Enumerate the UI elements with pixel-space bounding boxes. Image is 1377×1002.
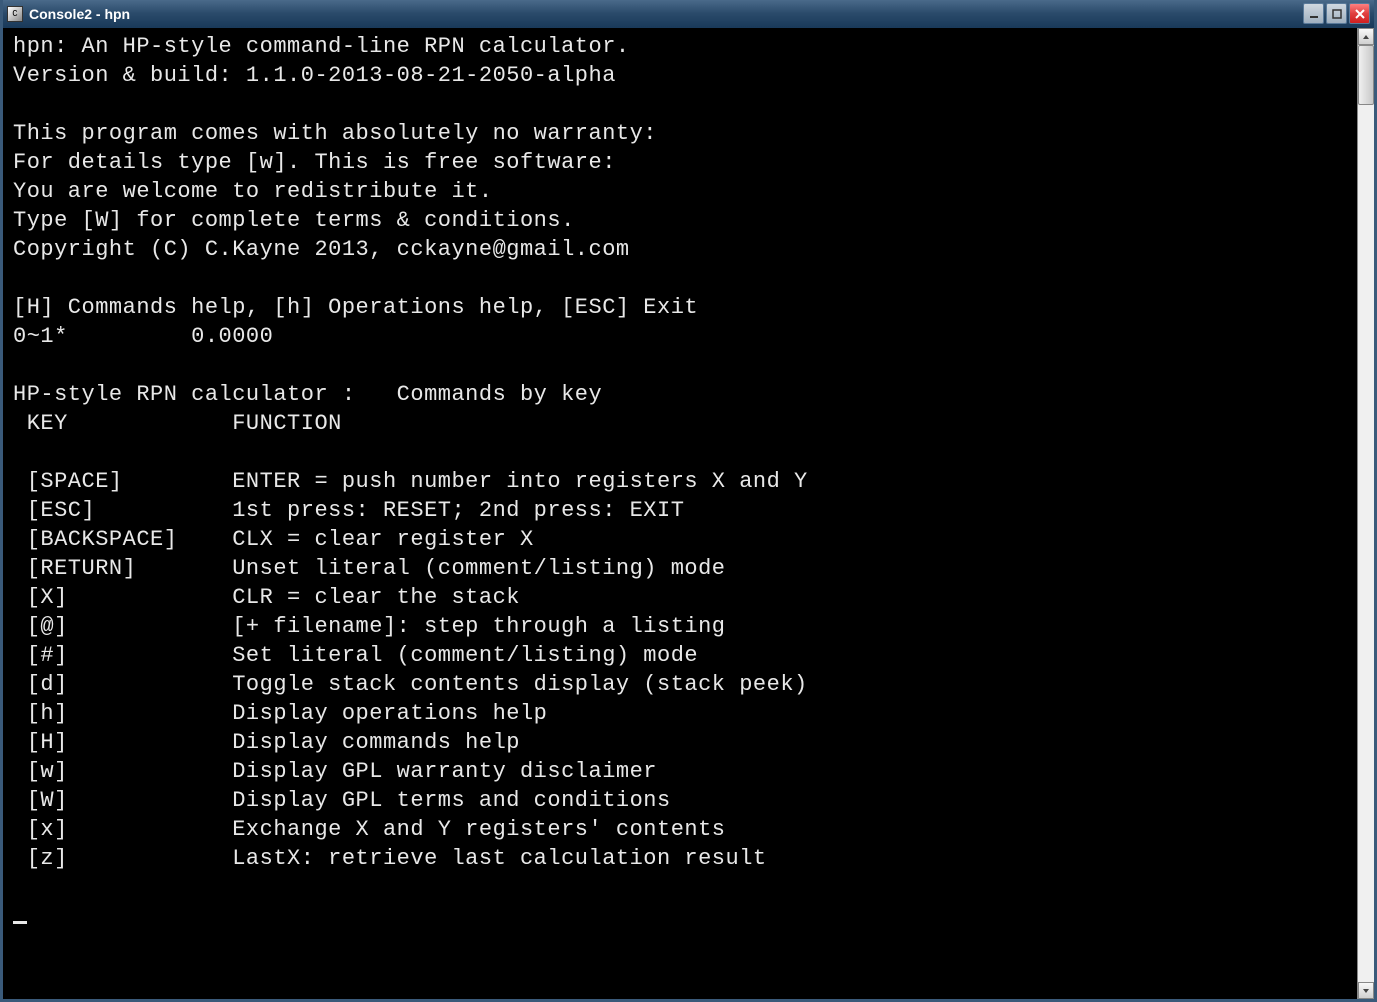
command-row-0: [SPACE] ENTER = push number into registe… bbox=[13, 467, 1347, 496]
blank bbox=[13, 351, 1347, 380]
status-line: 0~1* 0.0000 bbox=[13, 322, 1347, 351]
command-row-8: [h] Display operations help bbox=[13, 699, 1347, 728]
minimize-button[interactable] bbox=[1303, 3, 1324, 24]
client-area: hpn: An HP-style command-line RPN calcul… bbox=[3, 28, 1374, 999]
blank bbox=[13, 438, 1347, 467]
command-row-1: [ESC] 1st press: RESET; 2nd press: EXIT bbox=[13, 496, 1347, 525]
column-headers: KEY FUNCTION bbox=[13, 409, 1347, 438]
minimize-icon bbox=[1309, 9, 1319, 19]
intro-line-9: [H] Commands help, [h] Operations help, … bbox=[13, 293, 1347, 322]
prompt-line[interactable] bbox=[13, 902, 1347, 933]
intro-line-8 bbox=[13, 264, 1347, 293]
intro-line-7: Copyright (C) C.Kayne 2013, cckayne@gmai… bbox=[13, 235, 1347, 264]
window-frame: C Console2 - hpn hpn: An HP-style comman… bbox=[0, 0, 1377, 1002]
intro-line-5: You are welcome to redistribute it. bbox=[13, 177, 1347, 206]
chevron-up-icon bbox=[1362, 33, 1370, 41]
scroll-up-button[interactable] bbox=[1358, 28, 1374, 45]
command-row-7: [d] Toggle stack contents display (stack… bbox=[13, 670, 1347, 699]
terminal-output[interactable]: hpn: An HP-style command-line RPN calcul… bbox=[3, 28, 1357, 999]
intro-line-1: Version & build: 1.1.0-2013-08-21-2050-a… bbox=[13, 61, 1347, 90]
command-row-5: [@] [+ filename]: step through a listing bbox=[13, 612, 1347, 641]
app-icon: C bbox=[7, 6, 23, 22]
scroll-thumb[interactable] bbox=[1358, 45, 1374, 105]
window-controls bbox=[1303, 3, 1370, 24]
intro-line-6: Type [W] for complete terms & conditions… bbox=[13, 206, 1347, 235]
intro-line-2 bbox=[13, 90, 1347, 119]
command-row-13: [z] LastX: retrieve last calculation res… bbox=[13, 844, 1347, 873]
close-button[interactable] bbox=[1349, 3, 1370, 24]
command-row-4: [X] CLR = clear the stack bbox=[13, 583, 1347, 612]
titlebar[interactable]: C Console2 - hpn bbox=[3, 0, 1374, 28]
command-row-10: [w] Display GPL warranty disclaimer bbox=[13, 757, 1347, 786]
blank bbox=[13, 873, 1347, 902]
command-row-2: [BACKSPACE] CLX = clear register X bbox=[13, 525, 1347, 554]
command-row-12: [x] Exchange X and Y registers' contents bbox=[13, 815, 1347, 844]
close-icon bbox=[1355, 9, 1365, 19]
scroll-track[interactable] bbox=[1358, 45, 1374, 982]
command-row-11: [W] Display GPL terms and conditions bbox=[13, 786, 1347, 815]
vertical-scrollbar[interactable] bbox=[1357, 28, 1374, 999]
chevron-down-icon bbox=[1362, 987, 1370, 995]
intro-line-0: hpn: An HP-style command-line RPN calcul… bbox=[13, 32, 1347, 61]
command-row-6: [#] Set literal (comment/listing) mode bbox=[13, 641, 1347, 670]
maximize-button[interactable] bbox=[1326, 3, 1347, 24]
window-title: Console2 - hpn bbox=[29, 6, 1303, 22]
scroll-down-button[interactable] bbox=[1358, 982, 1374, 999]
command-row-3: [RETURN] Unset literal (comment/listing)… bbox=[13, 554, 1347, 583]
intro-line-3: This program comes with absolutely no wa… bbox=[13, 119, 1347, 148]
section-header: HP-style RPN calculator : Commands by ke… bbox=[13, 380, 1347, 409]
intro-line-4: For details type [w]. This is free softw… bbox=[13, 148, 1347, 177]
maximize-icon bbox=[1332, 9, 1342, 19]
cursor bbox=[13, 902, 27, 924]
command-row-9: [H] Display commands help bbox=[13, 728, 1347, 757]
